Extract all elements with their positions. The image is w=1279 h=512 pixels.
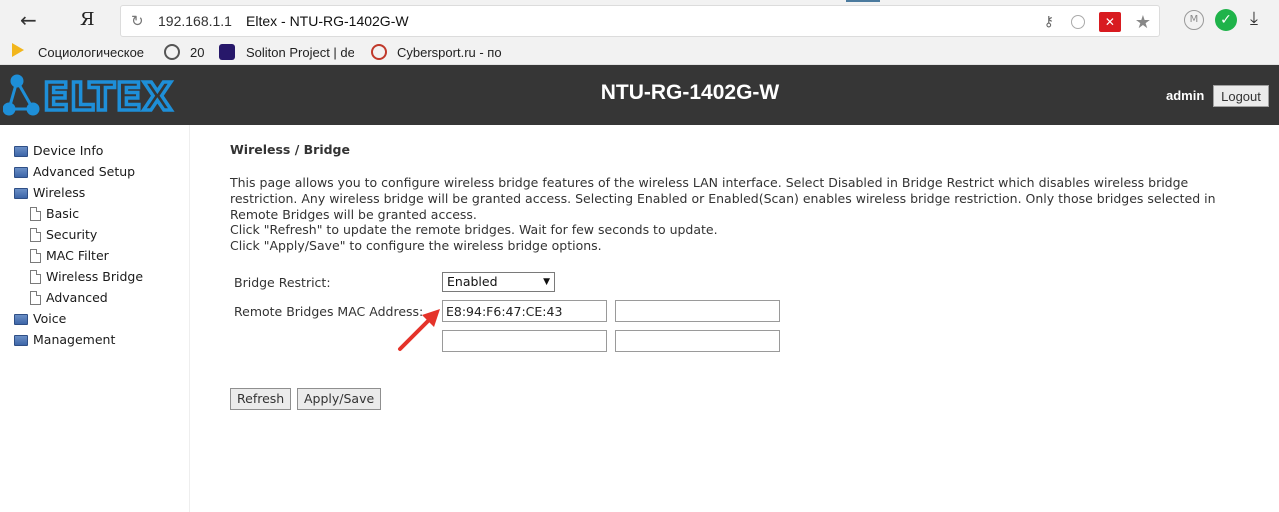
key-icon[interactable]: ⚷ bbox=[1041, 14, 1057, 30]
sidebar-item-wireless-bridge[interactable]: Wireless Bridge bbox=[30, 267, 143, 287]
sidebar-item-security[interactable]: Security bbox=[30, 225, 97, 245]
sidebar-item-basic[interactable]: Basic bbox=[30, 204, 79, 224]
description-paragraph: This page allows you to configure wirele… bbox=[230, 175, 1216, 222]
refresh-button[interactable]: Refresh bbox=[230, 388, 292, 410]
bridge-restrict-value: Enabled bbox=[447, 274, 498, 289]
film-icon bbox=[164, 44, 180, 60]
sidebar-item-device-info[interactable]: Device Info bbox=[14, 141, 103, 161]
eltex-logo: ELTEX bbox=[3, 73, 174, 119]
download-icon[interactable]: ⤓ bbox=[1250, 8, 1258, 29]
sidebar-item-management[interactable]: Management bbox=[14, 330, 115, 350]
url-host: 192.168.1.1 bbox=[158, 13, 232, 29]
yandex-button[interactable]: Я bbox=[80, 8, 100, 32]
sidebar-item-wireless[interactable]: Wireless bbox=[14, 183, 85, 203]
sidebar-item-label: Device Info bbox=[33, 143, 104, 158]
mac-address-field-1[interactable] bbox=[442, 300, 607, 322]
sidebar-item-label: Advanced Setup bbox=[33, 164, 136, 179]
sidebar-item-label: Wireless bbox=[33, 185, 86, 200]
mac-address-field-3[interactable] bbox=[442, 330, 607, 352]
m-icon[interactable]: M bbox=[1184, 10, 1204, 30]
description-apply-note: Click "Apply/Save" to configure the wire… bbox=[230, 238, 602, 254]
blocked-popup-icon[interactable]: ✕ bbox=[1098, 12, 1121, 32]
description-refresh-note: Click "Refresh" to update the remote bri… bbox=[230, 222, 718, 238]
mac-address-field-2[interactable] bbox=[615, 300, 780, 322]
device-name: NTU-RG-1402G-W bbox=[600, 81, 780, 104]
bridge-restrict-select[interactable]: Enabled ▼ bbox=[442, 272, 555, 292]
bookmarks-bar: Социологическое 20 Soliton Project | de … bbox=[0, 40, 1279, 65]
sidebar-item-label: Advanced bbox=[46, 290, 108, 305]
bookmark-cybersport[interactable]: Cybersport.ru - по bbox=[397, 44, 507, 62]
folder-icon bbox=[14, 146, 28, 157]
bookmark-20[interactable]: 20 bbox=[190, 44, 210, 62]
sidebar: Device Info Advanced Setup Wireless Basi… bbox=[0, 125, 190, 512]
sidebar-item-label: MAC Filter bbox=[46, 248, 109, 263]
folder-icon bbox=[14, 314, 28, 325]
page-icon bbox=[30, 228, 41, 242]
page-title: Wireless / Bridge bbox=[230, 142, 350, 157]
page-icon bbox=[30, 270, 41, 284]
sidebar-item-voice[interactable]: Voice bbox=[14, 309, 66, 329]
page-title-text: Eltex - NTU-RG-1402G-W bbox=[246, 13, 409, 29]
browser-toolbar: ← Я ↻ 192.168.1.1 Eltex - NTU-RG-1402G-W… bbox=[0, 0, 1279, 40]
cybersport-icon bbox=[371, 44, 387, 60]
sidebar-item-label: Wireless Bridge bbox=[46, 269, 144, 284]
bookmark-sociology[interactable]: Социологическое bbox=[38, 44, 148, 62]
back-button[interactable]: ← bbox=[20, 8, 44, 32]
sidebar-item-label: Management bbox=[33, 332, 116, 347]
check-icon[interactable]: ✓ bbox=[1215, 9, 1237, 31]
sidebar-item-mac-filter[interactable]: MAC Filter bbox=[30, 246, 109, 266]
bridge-restrict-label: Bridge Restrict: bbox=[234, 275, 331, 290]
remote-mac-label: Remote Bridges MAC Address: bbox=[234, 304, 424, 319]
folder-icon bbox=[14, 167, 28, 178]
tab-indicator bbox=[846, 0, 880, 2]
folder-open-icon bbox=[14, 188, 28, 199]
address-bar-icons: ⚷ ✕ ★ bbox=[1041, 11, 1151, 33]
page-icon bbox=[30, 291, 41, 305]
logo-text: ELTEX bbox=[43, 75, 173, 119]
globe-icon[interactable] bbox=[1070, 15, 1085, 29]
folder-icon bbox=[12, 43, 24, 57]
sidebar-item-label: Voice bbox=[33, 311, 67, 326]
sidebar-item-label: Security bbox=[46, 227, 98, 242]
router-header: ELTEX NTU-RG-1402G-W admin Logout bbox=[0, 65, 1279, 125]
annotation-arrow-icon bbox=[398, 309, 440, 351]
logout-button[interactable]: Logout bbox=[1213, 85, 1269, 107]
reload-icon[interactable]: ↻ bbox=[131, 12, 144, 30]
sidebar-item-label: Basic bbox=[46, 206, 80, 221]
page-icon bbox=[30, 207, 41, 221]
page-icon bbox=[30, 249, 41, 263]
address-bar[interactable]: ↻ 192.168.1.1 Eltex - NTU-RG-1402G-W ⚷ ✕… bbox=[120, 5, 1160, 37]
mac-address-field-4[interactable] bbox=[615, 330, 780, 352]
page-description: This page allows you to configure wirele… bbox=[230, 175, 1230, 254]
sidebar-item-advanced[interactable]: Advanced bbox=[30, 288, 108, 308]
dropdown-arrow-icon: ▼ bbox=[543, 277, 550, 287]
folder-icon bbox=[14, 335, 28, 346]
sidebar-item-advanced-setup[interactable]: Advanced Setup bbox=[14, 162, 135, 182]
user-name: admin bbox=[1166, 88, 1205, 103]
bookmark-soliton[interactable]: Soliton Project | de bbox=[246, 44, 354, 62]
main-content: Wireless / Bridge This page allows you t… bbox=[230, 125, 1230, 512]
star-icon[interactable]: ★ bbox=[1135, 12, 1151, 33]
apply-save-button[interactable]: Apply/Save bbox=[297, 388, 382, 410]
soliton-icon bbox=[219, 44, 235, 60]
